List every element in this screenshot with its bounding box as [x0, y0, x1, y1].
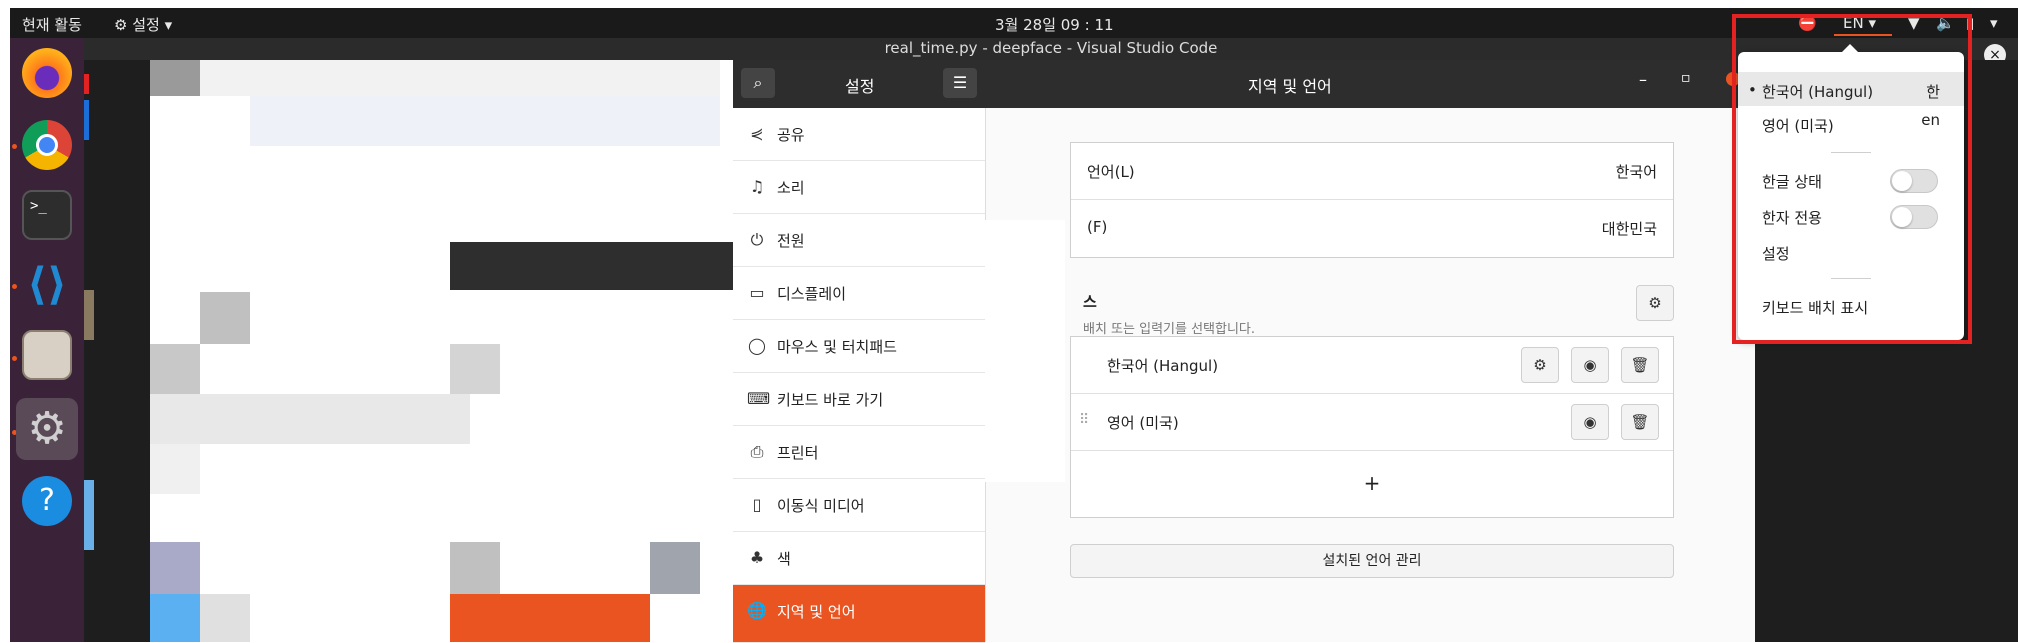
sidebar-title: 설정	[845, 77, 875, 96]
remove-trash-icon[interactable]: 🗑	[1621, 404, 1659, 440]
sidebar-item-color[interactable]: ♣ 색	[733, 532, 985, 585]
gear-icon: ⚙	[114, 16, 128, 34]
music-note-icon: ♫	[749, 177, 765, 196]
vscode-icon[interactable]: ⟨⟩	[22, 260, 72, 310]
terminal-icon[interactable]: >_	[22, 190, 72, 240]
sidebar-item-label: 디스플레이	[777, 285, 847, 303]
input-sources-description: 배치 또는 입력기를 선택합니다.	[1083, 322, 1256, 337]
language-label: 언어(L)	[1087, 163, 1135, 181]
background-pixelated-content	[84, 60, 734, 642]
remove-trash-icon[interactable]: 🗑	[1621, 347, 1659, 383]
minimize-icon[interactable]: –	[1639, 70, 1647, 89]
page-title: 지역 및 언어	[1248, 77, 1332, 96]
sidebar-item-label: 프린터	[777, 444, 819, 462]
settings-window: ⌕ 설정 ☰ 지역 및 언어 – ▫ ⋞ 공유 ♫ 소리 ⏻ 전원 ▭ 디스플레이 ◯ 마…	[733, 60, 1755, 643]
sidebar-item-keyboard-shortcuts[interactable]: ⌨ 키보드 바로 가기	[733, 373, 985, 426]
highlight-box	[1732, 14, 1972, 344]
search-icon[interactable]: ⌕	[741, 68, 775, 98]
drag-handle-icon[interactable]: ⠿	[1079, 412, 1089, 428]
color-icon: ♣	[749, 548, 765, 567]
input-source-label: 영어 (미국)	[1107, 414, 1179, 432]
globe-icon: 🌐	[747, 601, 767, 620]
sidebar-item-power[interactable]: ⏻ 전원	[733, 214, 985, 267]
input-source-row[interactable]: 한국어 (Hangul) ⚙ ◉ 🗑	[1071, 337, 1673, 394]
power-icon: ⏻	[750, 230, 764, 249]
language-formats-card: 언어(L) 한국어 (F) 대한민국	[1070, 142, 1674, 258]
sidebar-item-sharing[interactable]: ⋞ 공유	[733, 108, 985, 161]
formats-value: 대한민국	[1601, 220, 1657, 238]
sidebar-item-label: 색	[777, 550, 791, 568]
formats-label: (F)	[1087, 218, 1108, 236]
preview-eye-icon[interactable]: ◉	[1571, 404, 1609, 440]
files-icon[interactable]	[22, 330, 72, 380]
input-source-options-gear-icon[interactable]: ⚙	[1636, 285, 1674, 321]
sidebar-item-mouse[interactable]: ◯ 마우스 및 터치패드	[733, 320, 985, 373]
add-input-source-row[interactable]: +	[1071, 451, 1673, 513]
system-menu-arrow-icon[interactable]: ▾	[1990, 14, 1998, 32]
vscode-titlebar: real_time.py - deepface - Visual Studio …	[84, 38, 2018, 60]
formats-row[interactable]: (F) 대한민국	[1071, 200, 1673, 256]
firefox-icon[interactable]	[22, 48, 72, 98]
top-panel: 현재 활동 ⚙ 설정 ▾ 3월 28일 09 : 11 ⛔ EN ▾ ▼ 🔈 ▮…	[10, 8, 2018, 38]
sidebar-item-label: 공유	[777, 126, 805, 144]
app-menu[interactable]: ⚙ 설정 ▾	[114, 14, 172, 35]
settings-headerbar: ⌕ 설정 ☰ 지역 및 언어 – ▫	[733, 60, 1755, 108]
share-icon: ⋞	[750, 124, 764, 143]
source-settings-gear-icon[interactable]: ⚙	[1521, 347, 1559, 383]
maximize-icon[interactable]: ▫	[1681, 70, 1691, 86]
sidebar-item-sound[interactable]: ♫ 소리	[733, 161, 985, 214]
settings-gear-icon[interactable]: ⚙	[22, 404, 72, 454]
input-source-row[interactable]: ⠿ 영어 (미국) ◉ 🗑	[1071, 394, 1673, 451]
sidebar-item-printers[interactable]: ⎙ 프린터	[733, 426, 985, 479]
activities-button[interactable]: 현재 활동	[22, 14, 82, 35]
display-icon: ▭	[749, 283, 765, 302]
sidebar-item-label: 키보드 바로 가기	[777, 391, 884, 409]
removable-media-icon: ▯	[752, 495, 762, 514]
clock[interactable]: 3월 28일 09 : 11	[995, 14, 1114, 35]
occlusion-block	[985, 220, 1065, 482]
settings-sidebar: ⋞ 공유 ♫ 소리 ⏻ 전원 ▭ 디스플레이 ◯ 마우스 및 터치패드 ⌨ 키보드 바로 가…	[733, 108, 986, 643]
manage-installed-languages-button[interactable]: 설치된 언어 관리	[1070, 544, 1674, 578]
sidebar-item-label: 전원	[777, 232, 805, 250]
help-icon[interactable]: ?	[22, 476, 72, 526]
printer-icon: ⎙	[750, 442, 764, 461]
sidebar-item-removable-media[interactable]: ▯ 이동식 미디어	[733, 479, 985, 532]
chrome-icon[interactable]	[22, 120, 72, 170]
preview-eye-icon[interactable]: ◉	[1571, 347, 1609, 383]
sidebar-item-label: 마우스 및 터치패드	[777, 338, 897, 356]
mouse-icon: ◯	[748, 336, 766, 355]
input-sources-card: 한국어 (Hangul) ⚙ ◉ 🗑 ⠿ 영어 (미국) ◉ 🗑 +	[1070, 336, 1674, 518]
input-source-label: 한국어 (Hangul)	[1107, 357, 1219, 375]
add-icon: +	[1363, 471, 1381, 495]
input-sources-heading: 스	[1083, 293, 1097, 311]
sidebar-item-label: 지역 및 언어	[777, 603, 856, 621]
hamburger-menu-icon[interactable]: ☰	[943, 68, 977, 98]
sidebar-item-label: 소리	[777, 179, 805, 197]
language-value: 한국어	[1615, 163, 1657, 181]
vscode-title: real_time.py - deepface - Visual Studio …	[884, 39, 1218, 57]
language-row[interactable]: 언어(L) 한국어	[1071, 143, 1673, 200]
keyboard-icon: ⌨	[747, 389, 771, 408]
sidebar-item-region-language[interactable]: 🌐 지역 및 언어	[733, 585, 985, 643]
sidebar-item-display[interactable]: ▭ 디스플레이	[733, 267, 985, 320]
app-menu-label: 설정	[132, 16, 160, 34]
dock: >_ ⟨⟩ ⚙ ?	[10, 38, 84, 642]
sidebar-item-label: 이동식 미디어	[777, 497, 865, 515]
